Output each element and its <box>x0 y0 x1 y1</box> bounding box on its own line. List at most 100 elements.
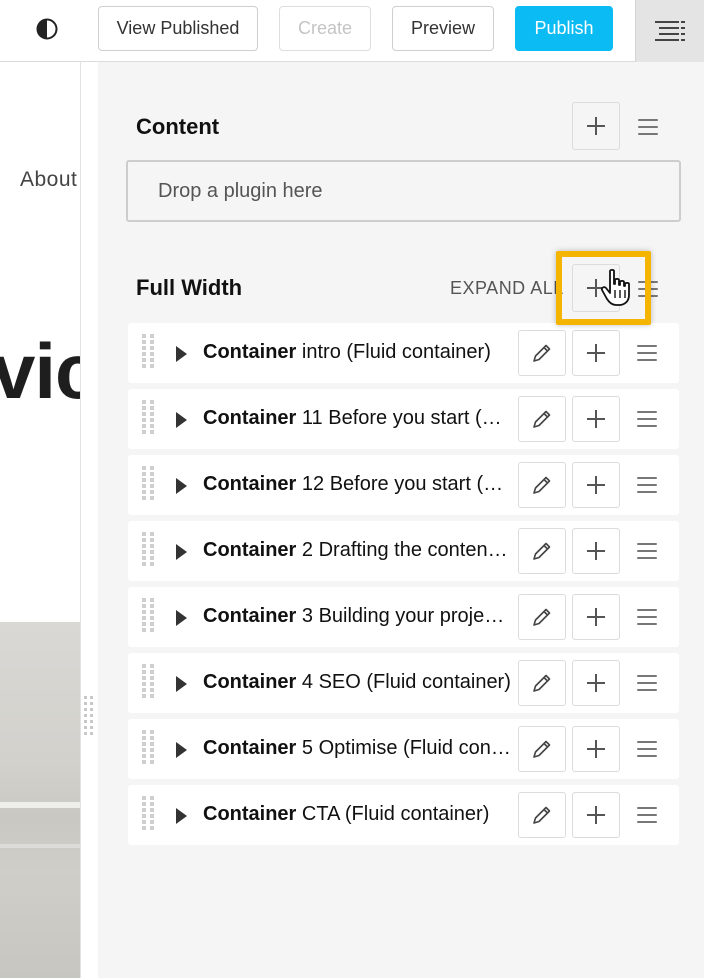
plugin-label: Container 11 Before you start (Fluid con… <box>203 407 511 430</box>
plugin-menu-icon[interactable] <box>637 609 657 625</box>
preview-button[interactable]: Preview <box>392 6 494 51</box>
add-plugin-button[interactable] <box>572 462 620 508</box>
plugin-menu-icon[interactable] <box>637 807 657 823</box>
expand-all-link[interactable]: EXPAND ALL <box>450 278 564 299</box>
view-published-button[interactable]: View Published <box>98 6 258 51</box>
edit-plugin-button[interactable] <box>518 660 566 706</box>
plus-icon <box>587 344 605 362</box>
plugin-menu-icon[interactable] <box>637 543 657 559</box>
expand-arrow-icon[interactable] <box>176 412 187 428</box>
plugin-dropzone[interactable]: Drop a plugin here <box>126 160 681 222</box>
plus-icon <box>587 410 605 428</box>
plugin-type: Container <box>203 341 297 363</box>
plugin-menu-icon[interactable] <box>637 675 657 691</box>
plugin-label: Container 5 Optimise (Fluid container) <box>203 737 511 760</box>
pencil-icon <box>533 344 551 362</box>
expand-arrow-icon[interactable] <box>176 808 187 824</box>
plugin-menu-icon[interactable] <box>637 741 657 757</box>
content-add-button[interactable] <box>572 102 620 150</box>
drag-handle-icon[interactable] <box>141 664 155 702</box>
edit-plugin-button[interactable] <box>518 594 566 640</box>
plugin-type: Container <box>203 539 297 561</box>
image-detail <box>0 802 80 808</box>
contrast-icon[interactable] <box>36 18 58 40</box>
nav-item-about[interactable]: About <box>20 168 77 192</box>
plugin-row[interactable]: Container CTA (Fluid container) <box>128 785 679 845</box>
drag-handle-icon[interactable] <box>141 730 155 768</box>
pencil-icon <box>533 542 551 560</box>
plugin-type: Container <box>203 407 297 429</box>
plus-icon <box>587 806 605 824</box>
expand-arrow-icon[interactable] <box>176 676 187 692</box>
plugin-row[interactable]: Container 11 Before you start (Fluid con… <box>128 389 679 449</box>
plugin-type: Container <box>203 671 297 693</box>
drag-handle-icon[interactable] <box>141 400 155 438</box>
toolbar: View Published Create Preview Publish <box>0 0 704 62</box>
plugin-row[interactable]: Container intro (Fluid container) <box>128 323 679 383</box>
edit-plugin-button[interactable] <box>518 726 566 772</box>
pencil-icon <box>533 674 551 692</box>
publish-button[interactable]: Publish <box>515 6 613 51</box>
drag-handle-icon[interactable] <box>141 466 155 504</box>
add-plugin-button[interactable] <box>572 330 620 376</box>
structure-toggle-button[interactable] <box>635 0 704 62</box>
plugin-row[interactable]: Container 3 Building your project (Fluid… <box>128 587 679 647</box>
add-plugin-button[interactable] <box>572 792 620 838</box>
plugin-label: Container intro (Fluid container) <box>203 341 511 364</box>
plugin-label: Container 3 Building your project (Fluid… <box>203 605 511 628</box>
plus-icon <box>587 740 605 758</box>
drag-handle-icon[interactable] <box>141 532 155 570</box>
add-plugin-button[interactable] <box>572 396 620 442</box>
plugin-title: 11 Before you start (Fluid container) <box>301 407 511 429</box>
pencil-icon <box>533 806 551 824</box>
edit-plugin-button[interactable] <box>518 792 566 838</box>
plugin-type: Container <box>203 605 297 627</box>
plus-icon <box>587 117 605 135</box>
edit-plugin-button[interactable] <box>518 462 566 508</box>
content-menu-icon[interactable] <box>638 119 658 135</box>
pencil-icon <box>533 476 551 494</box>
plugin-label: Container 4 SEO (Fluid container) <box>203 671 511 694</box>
resize-handle-icon[interactable] <box>84 696 94 740</box>
add-plugin-button[interactable] <box>572 528 620 574</box>
plugin-label: Container 12 Before you start (Fluid con… <box>203 473 511 496</box>
create-button[interactable]: Create <box>279 6 371 51</box>
plugin-row[interactable]: Container 2 Drafting the content (Fluid … <box>128 521 679 581</box>
expand-arrow-icon[interactable] <box>176 478 187 494</box>
plugin-type: Container <box>203 737 297 759</box>
plugin-label: Container 2 Drafting the content (Fluid … <box>203 539 511 562</box>
edit-plugin-button[interactable] <box>518 396 566 442</box>
expand-arrow-icon[interactable] <box>176 742 187 758</box>
hero-image <box>0 622 80 978</box>
add-plugin-button[interactable] <box>572 660 620 706</box>
expand-arrow-icon[interactable] <box>176 346 187 362</box>
expand-arrow-icon[interactable] <box>176 610 187 626</box>
plus-icon <box>587 674 605 692</box>
edit-plugin-button[interactable] <box>518 330 566 376</box>
drag-handle-icon[interactable] <box>141 796 155 834</box>
expand-arrow-icon[interactable] <box>176 544 187 560</box>
add-plugin-button[interactable] <box>572 726 620 772</box>
plugin-row[interactable]: Container 4 SEO (Fluid container) <box>128 653 679 713</box>
plugin-title: 3 Building your project (Fluid container… <box>301 605 511 627</box>
add-plugin-button[interactable] <box>572 594 620 640</box>
plugin-menu-icon[interactable] <box>637 411 657 427</box>
plugin-title: 2 Drafting the content (Fluid container) <box>301 539 511 561</box>
sideframe-edge <box>80 62 98 978</box>
plugin-menu-icon[interactable] <box>637 477 657 493</box>
drag-handle-icon[interactable] <box>141 334 155 372</box>
edit-plugin-button[interactable] <box>518 528 566 574</box>
plugin-title: CTA (Fluid container) <box>301 803 490 825</box>
image-detail <box>0 844 80 848</box>
content-section-title: Content <box>136 114 220 139</box>
drag-handle-icon[interactable] <box>141 598 155 636</box>
plugin-label: Container CTA (Fluid container) <box>203 803 511 826</box>
plugin-title: intro (Fluid container) <box>301 341 491 363</box>
full-width-section-title: Full Width <box>136 275 243 300</box>
plugin-menu-icon[interactable] <box>637 345 657 361</box>
plugin-row[interactable]: Container 12 Before you start (Fluid con… <box>128 455 679 515</box>
plugin-row[interactable]: Container 5 Optimise (Fluid container) <box>128 719 679 779</box>
plus-icon <box>587 476 605 494</box>
hero-heading: vic <box>0 327 80 415</box>
plus-icon <box>587 542 605 560</box>
